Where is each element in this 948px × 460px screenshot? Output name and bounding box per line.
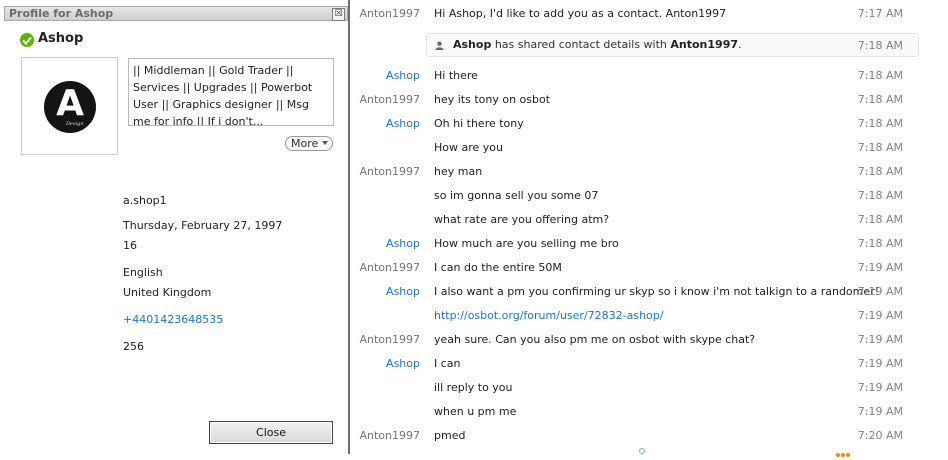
message-sender[interactable]: Anton1997 (359, 429, 420, 442)
message-time: 7:18 AM (857, 93, 903, 106)
message-row: Anton1997 Hi Ashop, I'd like to add you a… (352, 0, 948, 24)
message-sender[interactable]: Anton1997 (359, 261, 420, 274)
system-note-middle: has shared contact details with (494, 38, 667, 51)
message-sender[interactable]: Ashop (386, 357, 420, 370)
message-time: 7:20 AM (857, 429, 903, 442)
message-time: 7:19 AM (857, 333, 903, 346)
birthday: Thursday, February 27, 1997 (123, 219, 283, 232)
message-row: http://osbot.org/forum/user/72832-ashop/… (352, 302, 948, 326)
profile-panel: Profile for Ashop ☒ Ashop A Design || Mi… (0, 0, 350, 454)
language: English (123, 266, 163, 279)
message-row: Ashop I can 7:19 AM (352, 350, 948, 374)
message-sender[interactable]: Ashop (386, 237, 420, 250)
message-link[interactable]: http://osbot.org/forum/user/72832-ashop/ (434, 309, 663, 322)
message-text: hey its tony on osbot (434, 93, 551, 106)
message-row: ill reply to you 7:19 AM (352, 374, 948, 398)
message-time: 7:18 AM (857, 141, 903, 154)
message-text: How are you (434, 141, 503, 154)
message-time: 7:18 AM (857, 237, 903, 250)
message-text: Hi there (434, 69, 478, 82)
message-text: Hi Ashop, I'd like to add you as a conta… (434, 7, 727, 20)
message-row: Anton1997 I can do the entire 50M 7:19 AM (352, 254, 948, 278)
avatar-subtext: Design (66, 121, 84, 127)
system-note-end: . (738, 38, 742, 51)
message-text: I can do the entire 50M (434, 261, 562, 274)
more-button-label: More (291, 137, 319, 150)
message-sender[interactable]: Anton1997 (359, 93, 420, 106)
chat-panel: Anton1997 Hi Ashop, I'd like to add you a… (352, 0, 948, 457)
message-sender[interactable]: Ashop (386, 285, 420, 298)
avatar: A Design (44, 81, 96, 133)
message-time: 7:19 AM (857, 381, 903, 394)
message-time: 7:19 AM (857, 261, 903, 274)
message-sender[interactable]: Anton1997 (359, 7, 420, 20)
message-row: How are you 7:18 AM (352, 134, 948, 158)
age: 16 (123, 239, 137, 252)
close-button[interactable]: Close (209, 421, 333, 444)
message-sender[interactable]: Anton1997 (359, 333, 420, 346)
message-text: How much are you selling me bro (434, 237, 619, 250)
message-row: Ashop How much are you selling me bro 7:18… (352, 230, 948, 254)
system-note-time: 7:18 AM (857, 39, 903, 52)
online-status-icon (20, 33, 34, 47)
profile-name-label: Ashop (38, 31, 84, 46)
more-button[interactable]: More (285, 136, 333, 151)
message-time: 7:19 AM (857, 285, 903, 298)
message-row: what rate are you offering atm? 7:18 AM (352, 206, 948, 230)
message-sender[interactable]: Anton1997 (359, 165, 420, 178)
message-text: when u pm me (434, 405, 517, 418)
message-time: 7:18 AM (857, 165, 903, 178)
skype-name: a.shop1 (123, 194, 167, 207)
message-text: Oh hi there tony (434, 117, 524, 130)
message-time: 7:19 AM (857, 405, 903, 418)
message-time: 7:18 AM (857, 189, 903, 202)
system-note-text: Ashop has shared contact details with An… (453, 38, 742, 51)
message-text: yeah sure. Can you also pm me on osbot w… (434, 333, 756, 346)
message-time: 7:18 AM (857, 69, 903, 82)
system-note-to: Anton1997 (670, 38, 738, 51)
avatar-frame: A Design (21, 57, 118, 155)
message-sender[interactable]: Ashop (386, 117, 420, 130)
message-text: I also want a pm you confirming ur skyp … (434, 285, 880, 298)
close-icon[interactable]: ☒ (332, 8, 345, 21)
message-text: ill reply to you (434, 381, 513, 394)
person-icon (435, 41, 444, 50)
message-text: hey man (434, 165, 483, 178)
message-time: 7:18 AM (857, 117, 903, 130)
message-row: Ashop I also want a pm you confirming ur … (352, 278, 948, 302)
mood-message: || Middleman || Gold Trader || Services … (128, 58, 334, 126)
message-row: Anton1997 pmed 7:20 AM (352, 422, 948, 446)
system-note: Ashop has shared contact details with An… (426, 33, 919, 57)
profile-titlebar: Profile for Ashop ☒ (4, 6, 348, 21)
message-text: pmed (434, 429, 466, 442)
message-text: I can (434, 357, 461, 370)
profile-window-title: Profile for Ashop (9, 7, 114, 20)
message-row: Ashop Hi there 7:18 AM (352, 62, 948, 86)
message-row: Anton1997 yeah sure. Can you also pm me o… (352, 326, 948, 350)
message-text: so im gonna sell you some 07 (434, 189, 599, 202)
country: United Kingdom (123, 286, 212, 299)
scroll-indicator[interactable] (639, 448, 645, 454)
message-sender[interactable]: Ashop (386, 69, 420, 82)
avatar-letter: A (56, 83, 84, 124)
contacts-count: 256 (123, 340, 144, 353)
message-row: when u pm me 7:19 AM (352, 398, 948, 422)
message-time: 7:19 AM (857, 357, 903, 370)
chevron-down-icon (322, 141, 328, 145)
message-text: what rate are you offering atm? (434, 213, 610, 226)
message-row: Ashop Oh hi there tony 7:18 AM (352, 110, 948, 134)
system-note-from: Ashop (453, 38, 492, 51)
message-row: so im gonna sell you some 07 7:18 AM (352, 182, 948, 206)
message-row: Anton1997 hey its tony on osbot 7:18 AM (352, 86, 948, 110)
phone-link[interactable]: +4401423648535 (123, 313, 223, 326)
message-row: Anton1997 hey man 7:18 AM (352, 158, 948, 182)
message-time: 7:19 AM (857, 309, 903, 322)
message-time: 7:17 AM (857, 7, 903, 20)
message-time: 7:18 AM (857, 213, 903, 226)
